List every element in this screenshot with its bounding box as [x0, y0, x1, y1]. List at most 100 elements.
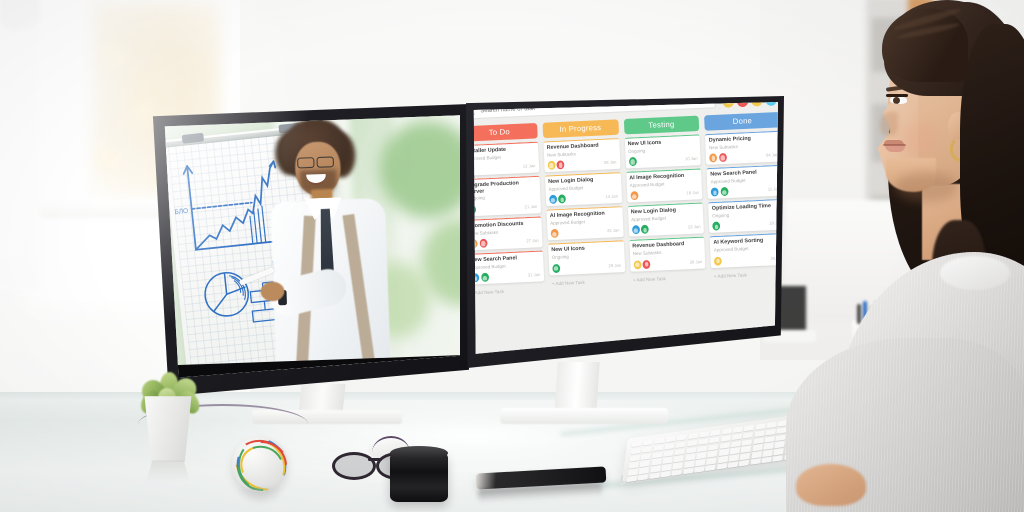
task-assignees[interactable] [551, 263, 561, 273]
keyboard-key[interactable] [686, 439, 698, 447]
column-header[interactable]: Done [704, 111, 778, 131]
video-call-app[interactable]: БЛО [164, 115, 460, 378]
keyboard-key[interactable] [710, 429, 721, 437]
task-assignees[interactable] [548, 194, 567, 205]
task-card[interactable]: AI Image Recognition Approved Budget 22 Ja… [546, 206, 624, 241]
keyboard-key[interactable] [721, 428, 732, 435]
keyboard-key[interactable] [641, 446, 653, 453]
keyboard-key[interactable] [729, 447, 741, 455]
keyboard-key[interactable] [628, 461, 640, 469]
task-assignees[interactable] [633, 259, 651, 269]
keyboard-key[interactable] [762, 449, 773, 457]
keyboard-key[interactable] [639, 460, 651, 467]
keyboard-key[interactable] [665, 435, 676, 443]
keyboard-key[interactable] [664, 442, 675, 450]
task-assignees[interactable] [550, 229, 559, 239]
keyboard-key[interactable] [696, 445, 708, 453]
keyboard-key[interactable] [766, 421, 777, 429]
keyboard-key[interactable] [741, 438, 753, 446]
keyboard-key[interactable] [743, 424, 755, 432]
keyboard-key[interactable] [720, 434, 732, 442]
assignee-avatar[interactable] [640, 225, 649, 235]
keyboard-key[interactable] [697, 438, 709, 446]
keyboard-key[interactable] [683, 460, 695, 468]
keyboard-key[interactable] [685, 446, 697, 454]
assignee-avatar[interactable] [718, 153, 727, 163]
keyboard-key[interactable] [763, 442, 774, 450]
keyboard-key[interactable] [764, 435, 775, 443]
keyboard-key[interactable] [708, 443, 719, 451]
keyboard-key[interactable] [728, 454, 740, 462]
assignee-avatar[interactable] [480, 272, 489, 283]
task-card[interactable]: AI Keyword SortingApproved Budget26 Jan [709, 233, 778, 268]
assignee-avatar[interactable] [712, 221, 721, 232]
keyboard-key[interactable] [695, 452, 707, 460]
keyboard-key[interactable] [754, 430, 765, 438]
keyboard-key[interactable] [773, 448, 785, 455]
keyboard-key[interactable] [753, 437, 764, 445]
keyboard-key[interactable] [706, 457, 717, 465]
task-card[interactable]: AI Image Recognition Approved Budget 18 Ja… [625, 168, 703, 203]
add-new-task-link[interactable]: + Add New Task [474, 285, 545, 296]
keyboard-key[interactable] [662, 456, 673, 464]
assignee-avatar[interactable] [556, 160, 565, 170]
keyboard-key[interactable] [718, 448, 730, 456]
keyboard-key[interactable] [730, 440, 742, 448]
task-card[interactable]: Optimize Loading TimeOngoing19 Jan [708, 199, 778, 234]
keyboard-key[interactable] [739, 452, 751, 460]
add-new-task-link[interactable]: + Add New Task [549, 275, 625, 286]
task-assignees[interactable] [631, 225, 649, 235]
keyboard-key[interactable] [765, 428, 776, 436]
task-card[interactable]: Dynamic Pricing New Subtasks 04 Jan [705, 130, 778, 165]
keyboard-key[interactable] [752, 444, 763, 452]
add-new-task-link[interactable]: + Add New Task [711, 268, 778, 279]
keyboard-key[interactable] [719, 441, 731, 449]
assignee-avatar[interactable] [551, 263, 561, 273]
keyboard-key[interactable] [751, 451, 762, 459]
task-card[interactable]: New UI Icons Ongoing 10 Jan [624, 134, 702, 169]
keyboard-key[interactable] [755, 423, 766, 431]
assignee-avatar[interactable] [642, 259, 651, 269]
keyboard-key[interactable] [640, 453, 652, 460]
column-header[interactable]: In Progress [542, 119, 619, 139]
keyboard-key[interactable] [631, 440, 643, 448]
task-card[interactable]: New Search Panel Approved Budget 11 Jan [706, 164, 778, 200]
task-card[interactable]: Promotion Discounts New Subtasks 27 Jan [473, 216, 543, 251]
keyboard-key[interactable] [698, 431, 710, 439]
keyboard-key[interactable] [717, 455, 729, 463]
task-card[interactable]: Installer Update Approved Budget 12 Jan [473, 141, 540, 177]
task-assignees[interactable] [628, 157, 637, 167]
add-new-task-link[interactable]: + Add New Task [630, 271, 706, 282]
task-assignees[interactable] [712, 221, 721, 232]
assignee-avatar[interactable] [548, 195, 557, 205]
keyboard-key[interactable] [774, 441, 786, 449]
task-assignees[interactable] [710, 187, 729, 197]
column-header[interactable]: Testing [623, 115, 700, 135]
keyboard-key[interactable] [650, 465, 661, 473]
task-assignees[interactable] [547, 160, 565, 171]
column-header[interactable]: To Do [473, 122, 538, 142]
keyboard-key[interactable] [742, 431, 754, 439]
task-card[interactable]: New Login Dialog Approved Budget 23 Jan [627, 202, 705, 238]
task-card[interactable]: New Search Panel Approved Budget 31 Jan [473, 250, 544, 285]
assignee-avatar[interactable] [709, 153, 718, 163]
task-card[interactable]: New Login Dialog Approved Budget 14 Jan [544, 172, 622, 207]
left-monitor-screen[interactable]: БЛО [164, 115, 460, 378]
assignee-avatar[interactable] [628, 157, 637, 167]
keyboard-key[interactable] [694, 459, 706, 467]
keyboard-key[interactable] [627, 468, 639, 476]
keyboard-key[interactable] [653, 444, 664, 452]
task-assignees[interactable] [714, 256, 723, 266]
keyboard-key[interactable] [687, 432, 699, 440]
keyboard-key[interactable] [674, 448, 686, 456]
keyboard-key[interactable] [707, 450, 718, 458]
keyboard-key[interactable] [652, 451, 663, 459]
assignee-avatar[interactable] [714, 256, 723, 266]
keyboard-key[interactable] [673, 455, 685, 463]
keyboard-key[interactable] [731, 433, 743, 441]
keyboard-key[interactable] [638, 466, 650, 474]
task-card[interactable]: Revenue Dashboard New Subtasks 09 Jan [543, 137, 621, 173]
keyboard-key[interactable] [630, 447, 642, 455]
right-monitor-screen[interactable]: X To DoInstaller UpdateApproved Budget12… [473, 102, 778, 354]
assignee-avatar[interactable] [720, 187, 729, 197]
